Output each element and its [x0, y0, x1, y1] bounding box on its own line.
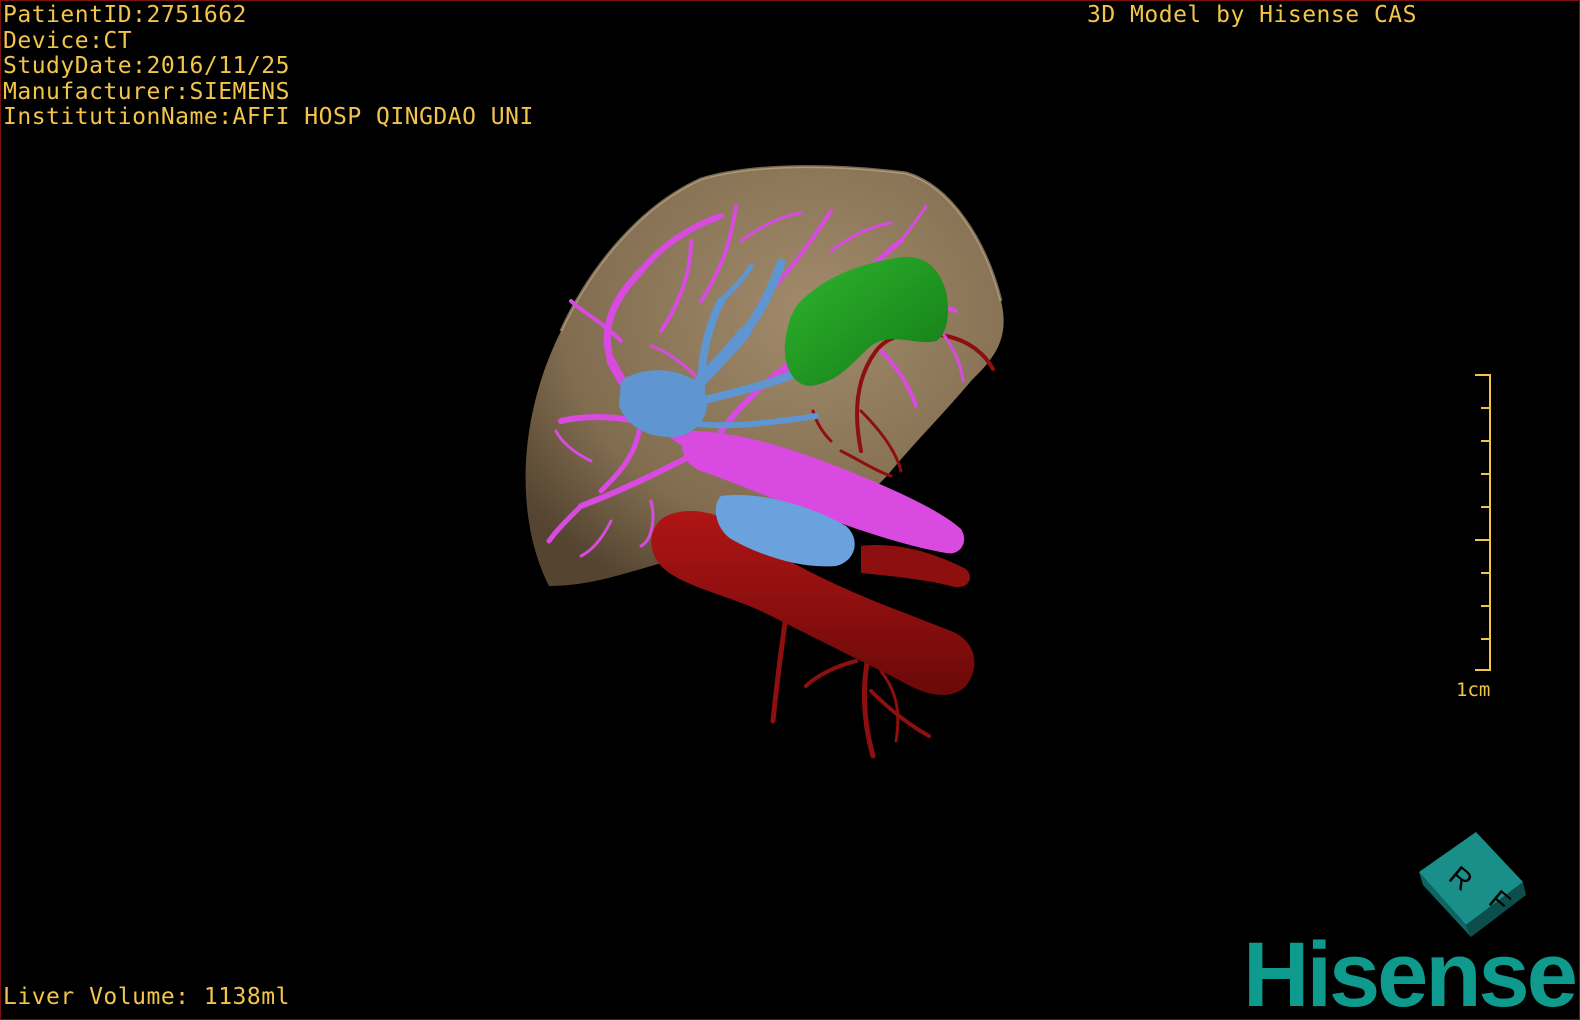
- scale-bar: [1475, 374, 1491, 671]
- liver-3d-model[interactable]: [1, 1, 1579, 1019]
- scale-label: 1cm: [1456, 679, 1491, 701]
- hisense-logo: Hisense: [1243, 924, 1578, 1020]
- 3d-viewport[interactable]: PatientID:2751662 Device:CT StudyDate:2016…: [0, 0, 1580, 1020]
